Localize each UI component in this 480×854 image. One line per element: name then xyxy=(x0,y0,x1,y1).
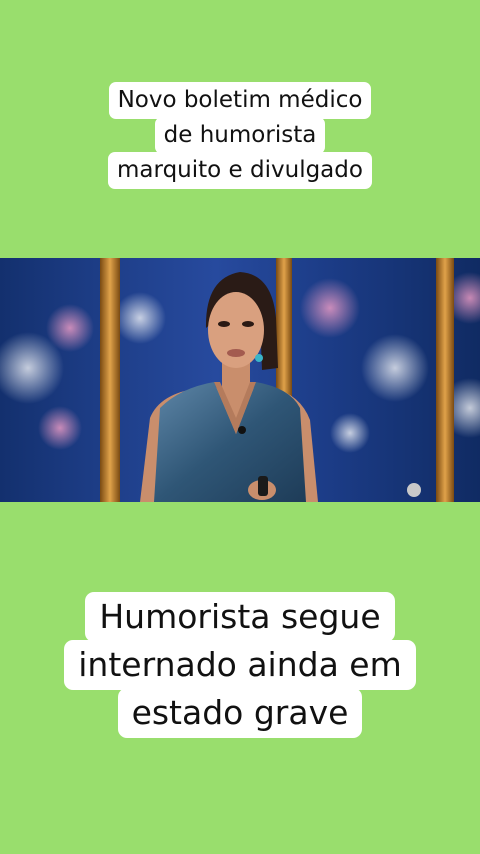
bottom-caption-line-3: estado grave xyxy=(117,688,363,738)
top-caption-line-1: Novo boletim médico xyxy=(108,82,372,119)
top-caption-line-2: de humorista xyxy=(154,117,326,154)
bottom-caption-line-1: Humorista segue xyxy=(85,592,395,642)
bottom-caption: Humorista segue internado ainda em estad… xyxy=(0,592,480,738)
video-frame[interactable] xyxy=(0,258,480,502)
bottom-caption-line-2: internado ainda em xyxy=(64,640,416,690)
top-caption-line-3: marquito e divulgado xyxy=(108,152,372,189)
news-anchor-image xyxy=(0,258,480,502)
top-caption: Novo boletim médico de humorista marquit… xyxy=(0,82,480,189)
